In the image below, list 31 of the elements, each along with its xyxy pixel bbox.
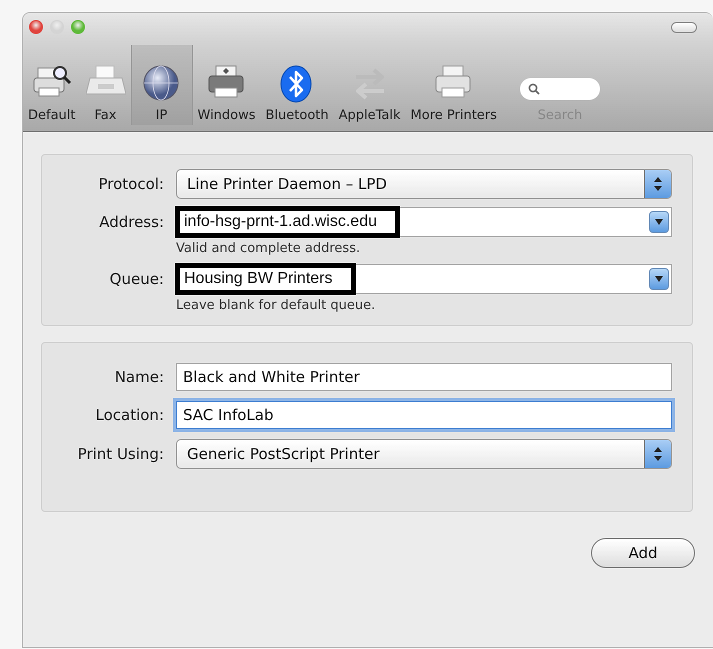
field-label: Location:	[94, 406, 164, 424]
text-field[interactable]: SAC InfoLab	[176, 401, 672, 429]
toolbar-tab[interactable]: More Printers	[406, 45, 502, 125]
field-label: Protocol:	[97, 175, 164, 193]
window-button[interactable]	[29, 20, 43, 34]
up-down-arrows-icon	[653, 176, 663, 192]
dropdown-arrow-icon	[654, 218, 664, 226]
field-label: Name:	[114, 368, 164, 386]
toolbar-tab[interactable]: Bluetooth	[260, 45, 334, 125]
hint-text: Valid and complete address.	[176, 241, 362, 256]
field-label: Queue:	[108, 270, 164, 288]
search-field[interactable]	[520, 78, 600, 100]
toolbar-tab[interactable]: Windows	[192, 45, 261, 125]
text-field[interactable]: Black and White Printer	[176, 363, 672, 391]
popup-menu[interactable]: Line Printer Daemon – LPD	[176, 169, 672, 199]
toolbar-tab[interactable]: Default	[23, 45, 80, 125]
add-button[interactable]: Add	[591, 538, 695, 568]
window-button[interactable]	[71, 20, 85, 34]
search-icon	[528, 83, 540, 95]
field-label: Address:	[98, 213, 164, 231]
up-down-arrows-icon	[653, 446, 663, 462]
toolbar-tab[interactable]: Fax	[80, 45, 130, 125]
toolbar-toggle-button[interactable]	[671, 22, 697, 32]
combo-box[interactable]: Housing BW Printers	[176, 264, 672, 294]
popup-menu[interactable]: Generic PostScript Printer	[176, 439, 672, 469]
combo-box[interactable]: info-hsg-prnt-1.ad.wisc.edu	[176, 207, 672, 237]
toolbar-tab[interactable]: AppleTalk	[334, 45, 406, 125]
hint-text: Leave blank for default queue.	[176, 298, 376, 313]
dropdown-arrow-icon	[654, 275, 664, 283]
toolbar-tab[interactable]: IP	[130, 45, 192, 125]
field-label: Print Using:	[76, 445, 164, 463]
